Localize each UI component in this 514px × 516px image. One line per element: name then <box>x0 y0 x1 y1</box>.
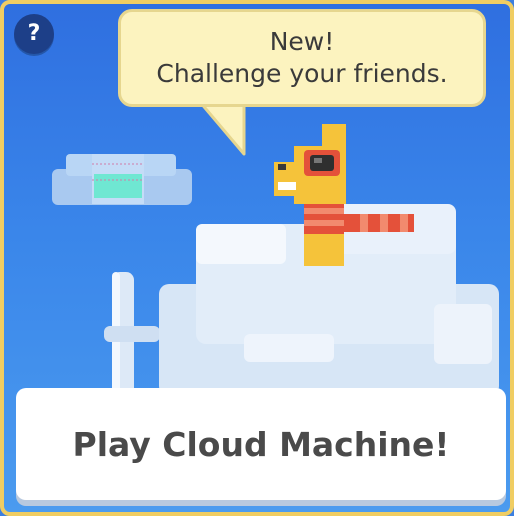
play-cloud-machine-button[interactable]: Play Cloud Machine! <box>16 388 506 500</box>
announcement-text: Challenge your friends. <box>156 59 448 88</box>
play-button-label: Play Cloud Machine! <box>72 424 450 464</box>
game-card: ? New! Challenge your friends. Play Clou… <box>0 0 514 516</box>
announcement-bubble: New! Challenge your friends. <box>118 9 486 107</box>
announcement-title: New! <box>269 26 335 56</box>
